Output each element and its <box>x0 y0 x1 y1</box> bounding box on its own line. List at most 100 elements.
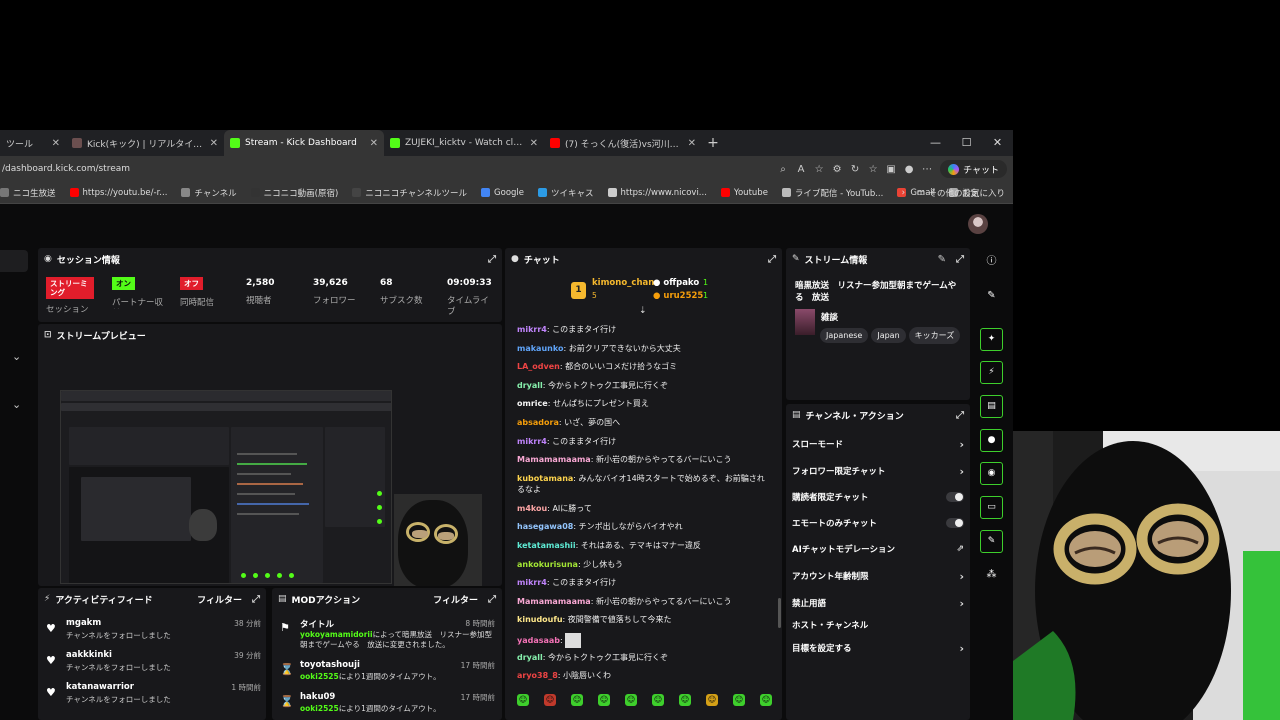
tag-pill[interactable]: Japan <box>871 328 906 343</box>
activity-user[interactable]: katanawarrior <box>66 682 134 692</box>
refresh-icon[interactable]: ↻ <box>846 164 864 175</box>
close-window-icon[interactable]: ✕ <box>982 130 1013 156</box>
expand-icon[interactable]: ⤢ <box>956 254 964 265</box>
chat-username[interactable]: dryall <box>517 381 543 390</box>
chevron-right-icon[interactable]: › <box>959 438 964 451</box>
close-icon[interactable]: ✕ <box>530 138 538 149</box>
apps-icon[interactable]: ⁂ <box>980 563 1003 586</box>
bookmark-item[interactable]: Youtube <box>720 188 768 198</box>
emote-icon[interactable]: ☺ <box>571 694 583 706</box>
bookmark-item[interactable]: ライブ配信 - YouTub... <box>781 187 883 199</box>
pinned-arrow-icon[interactable]: ⇣ <box>639 306 647 316</box>
emote-icon[interactable]: ☺ <box>679 694 691 706</box>
collections-icon[interactable]: ▣ <box>882 164 900 175</box>
chat-username[interactable]: mikrr4 <box>517 325 547 334</box>
chat-username[interactable]: Mamamamaama <box>517 455 591 464</box>
expand-icon[interactable]: ⤢ <box>488 594 496 605</box>
other-bookmarks-folder[interactable]: ▭ その他のお気に入り <box>916 187 1005 199</box>
chat-username[interactable]: Mamamamaama <box>517 597 591 606</box>
zoom-icon[interactable]: ⌕ <box>774 164 792 175</box>
favorite-star-icon[interactable]: ☆ <box>810 164 828 175</box>
emote-icon[interactable]: ☺ <box>733 694 745 706</box>
toggle-switch[interactable] <box>946 492 964 502</box>
info-icon[interactable]: ⓘ <box>980 250 1003 273</box>
chat-scrollbar[interactable] <box>778 598 781 628</box>
mod-user[interactable]: yokoyamamidorii <box>300 630 373 639</box>
bookmarks-more-icon[interactable]: › <box>902 188 905 198</box>
channel-action-item[interactable]: AIチャットモデレーション ⇗ <box>792 541 964 557</box>
emote-icon[interactable]: ☺ <box>598 694 610 706</box>
gifter-name[interactable]: kimono_chan <box>592 278 654 288</box>
url-field[interactable]: /dashboard.kick.com/stream <box>0 164 774 174</box>
chat-username[interactable]: yadasaab <box>517 636 560 645</box>
chat-username[interactable]: mikrr4 <box>517 578 547 587</box>
new-tab-button[interactable]: + <box>702 135 724 151</box>
chat-username[interactable]: kubotamana <box>517 474 573 483</box>
mod-action-title[interactable]: haku09 <box>300 692 335 702</box>
chat-username[interactable]: mikrr4 <box>517 437 547 446</box>
settings-gear-icon[interactable]: ✦ <box>980 328 1003 351</box>
channel-action-item[interactable]: フォロワー限定チャット › <box>792 463 964 479</box>
document-icon[interactable]: ▤ <box>980 395 1003 418</box>
tab-zujeki-clips[interactable]: ZUJEKI_kicktv - Watch clips on Kick ✕ <box>384 130 544 156</box>
external-link-icon[interactable]: ⇗ <box>956 544 964 554</box>
filter-button[interactable]: フィルター <box>197 593 242 606</box>
expand-icon[interactable]: ⤢ <box>252 594 260 605</box>
bookmark-item[interactable]: ニコ生放送 <box>0 187 56 199</box>
bookmark-item[interactable]: https://www.nicovi... <box>607 188 707 198</box>
channel-action-item[interactable]: 購読者限定チャット <box>792 489 964 505</box>
chat-bubble-icon[interactable]: ● <box>980 429 1003 452</box>
chat-username[interactable]: absadora <box>517 418 559 427</box>
channel-action-item[interactable]: アカウント年齢制限 › <box>792 568 964 584</box>
gifter-name[interactable]: ● offpako <box>653 278 699 288</box>
chat-username[interactable]: LA_odven <box>517 362 560 371</box>
gifter-name[interactable]: ● uru2525 <box>653 291 703 301</box>
chevron-right-icon[interactable]: › <box>959 465 964 478</box>
close-icon[interactable]: ✕ <box>210 138 218 149</box>
tab-kick-dashboard[interactable]: Stream - Kick Dashboard ✕ <box>224 130 384 156</box>
chevron-down-icon[interactable]: ⌄ <box>12 350 21 363</box>
channel-action-item[interactable]: スローモード › <box>792 436 964 452</box>
bookmark-item[interactable]: ニコニコチャンネルツール <box>352 187 467 199</box>
read-aloud-icon[interactable]: A <box>792 164 810 175</box>
maximize-icon[interactable]: ☐ <box>951 130 982 156</box>
edit-pencil-icon[interactable]: ✎ <box>938 254 946 265</box>
broadcast-icon[interactable]: ◉ <box>980 462 1003 485</box>
chat-username[interactable]: omrice <box>517 399 548 408</box>
bookmark-item[interactable]: ニコニコ動画(原宿) <box>250 187 338 199</box>
activity-user[interactable]: aakkkinki <box>66 650 112 660</box>
channel-action-item[interactable]: ホスト・チャンネル <box>792 617 964 633</box>
chat-username[interactable]: ketatamashii <box>517 541 576 550</box>
close-icon[interactable]: ✕ <box>370 138 378 149</box>
filter-button[interactable]: フィルター <box>433 593 478 606</box>
channel-action-item[interactable]: 禁止用語 › <box>792 595 964 611</box>
chat-username[interactable]: aryo38_8 <box>517 671 558 680</box>
tab-kick-ranking[interactable]: Kick(キック) | リアルタイムランキング ✕ <box>66 130 224 156</box>
bookmark-item[interactable]: ツイキャス <box>538 187 594 199</box>
bookmark-item[interactable]: https://youtu.be/-r... <box>69 188 167 198</box>
bolt-icon[interactable]: ⚡ <box>980 361 1003 384</box>
bookmark-item[interactable]: チャンネル <box>181 187 237 199</box>
mod-action-title[interactable]: toyotashouji <box>300 660 360 670</box>
emote-icon[interactable]: ☺ <box>544 694 556 706</box>
category-name[interactable]: 雑談 <box>821 311 838 323</box>
close-icon[interactable]: ✕ <box>688 138 696 149</box>
expand-icon[interactable]: ⤢ <box>956 410 964 421</box>
channel-action-item[interactable]: エモートのみチャット <box>792 515 964 531</box>
chat-username[interactable]: makaunko <box>517 344 563 353</box>
expand-icon[interactable]: ⤢ <box>768 254 776 265</box>
emote-icon[interactable]: ☺ <box>652 694 664 706</box>
expand-icon[interactable]: ⤢ <box>488 254 496 265</box>
copilot-chat-button[interactable]: チャット <box>940 160 1007 178</box>
wrench-icon[interactable]: ✎ <box>980 530 1003 553</box>
more-menu-icon[interactable]: ⋯ <box>918 164 936 175</box>
chevron-right-icon[interactable]: › <box>959 642 964 655</box>
chat-username[interactable]: m4kou <box>517 504 547 513</box>
chat-username[interactable]: kinudoufu <box>517 615 563 624</box>
activity-user[interactable]: mgakm <box>66 618 101 628</box>
tab-tools[interactable]: ツール ✕ <box>0 130 66 156</box>
chat-username[interactable]: ankokurisuna <box>517 560 578 569</box>
chevron-down-icon[interactable]: ⌄ <box>12 398 21 411</box>
tag-pill[interactable]: Japanese <box>820 328 869 343</box>
chevron-right-icon[interactable]: › <box>959 597 964 610</box>
